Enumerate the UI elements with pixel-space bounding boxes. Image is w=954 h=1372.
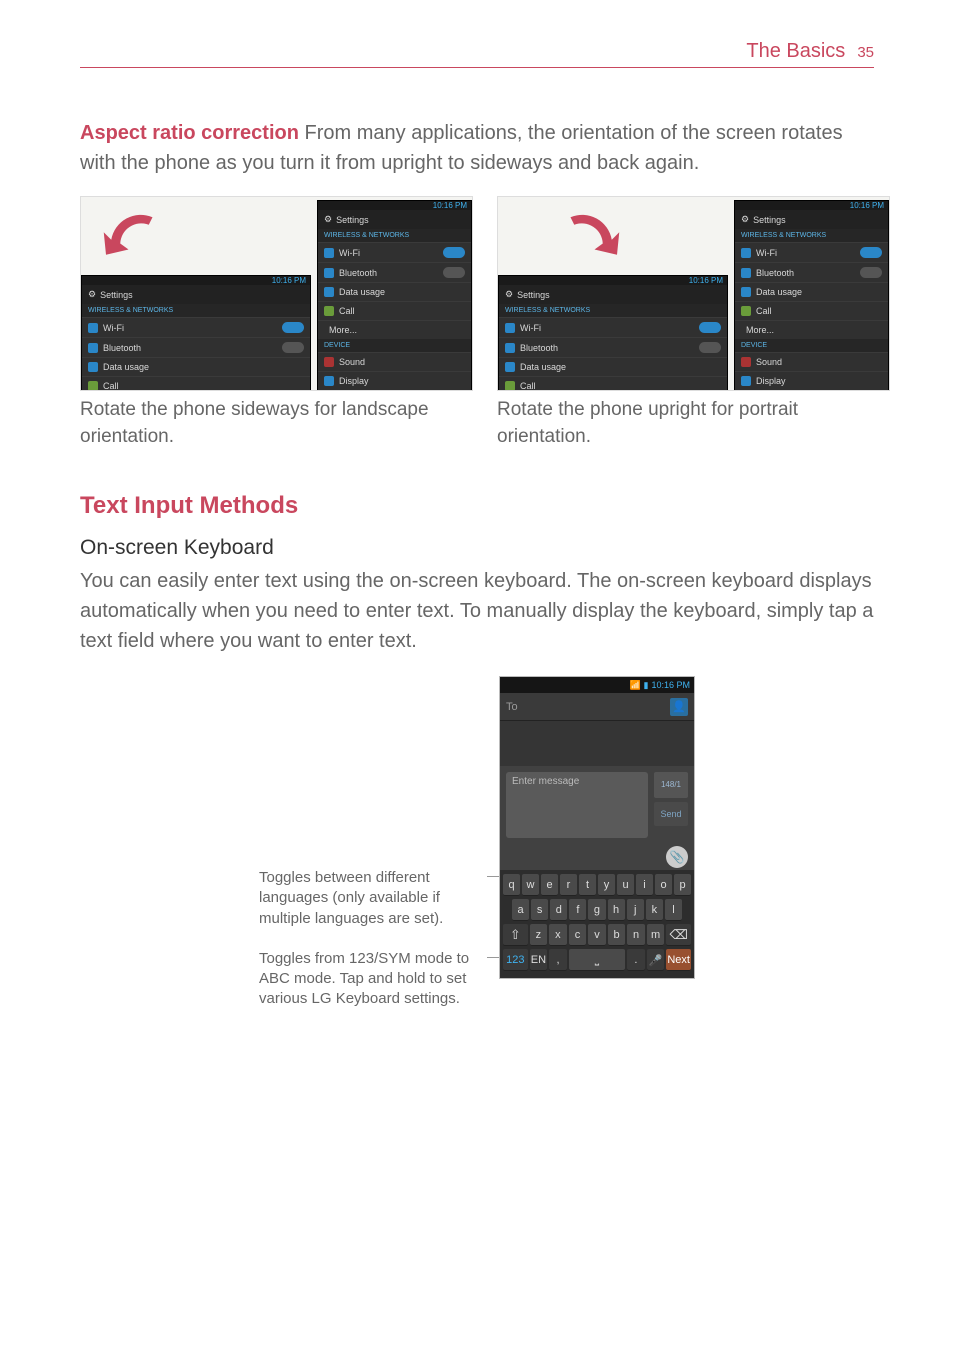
- key-mic[interactable]: 🎤: [647, 949, 665, 971]
- text-input-heading: Text Input Methods: [80, 492, 874, 520]
- key-v[interactable]: v: [588, 924, 606, 946]
- page-number: 35: [857, 44, 874, 61]
- on-screen-keyboard-heading: On-screen Keyboard: [80, 536, 874, 560]
- key-b[interactable]: b: [608, 924, 626, 946]
- key-y[interactable]: y: [598, 874, 615, 896]
- key-z[interactable]: z: [530, 924, 548, 946]
- key-m[interactable]: m: [647, 924, 665, 946]
- to-field[interactable]: To: [506, 701, 518, 713]
- status-icons: 📶 ▮: [630, 680, 649, 691]
- key-g[interactable]: g: [588, 899, 605, 921]
- key-c[interactable]: c: [569, 924, 587, 946]
- key-a[interactable]: a: [512, 899, 529, 921]
- key-u[interactable]: u: [617, 874, 634, 896]
- key-e[interactable]: e: [541, 874, 558, 896]
- key-delete[interactable]: ⌫: [666, 924, 691, 946]
- attach-icon[interactable]: 📎: [666, 846, 688, 868]
- rotate-arrow-left-icon: [85, 201, 175, 271]
- key-period[interactable]: .: [627, 949, 645, 971]
- on-screen-keyboard: qwertyuiop asdfghjkl ⇧zxcvbnm⌫ 123 EN , …: [500, 870, 694, 978]
- settings-portrait-right: 10:16 PM ⚙Settings WIRELESS & NETWORKS W…: [734, 200, 889, 390]
- key-f[interactable]: f: [569, 899, 586, 921]
- key-j[interactable]: j: [627, 899, 644, 921]
- message-input[interactable]: Enter message: [506, 772, 648, 838]
- settings-landscape-right: 10:16 PM ⚙Settings WIRELESS & NETWORKS W…: [498, 275, 728, 390]
- settings-landscape-left: 10:16 PM ⚙Settings WIRELESS & NETWORKS W…: [81, 275, 311, 390]
- send-button[interactable]: Send: [654, 802, 688, 826]
- aspect-ratio-title: Aspect ratio correction: [80, 122, 299, 144]
- on-screen-keyboard-body: You can easily enter text using the on-s…: [80, 566, 874, 656]
- key-n[interactable]: n: [627, 924, 645, 946]
- key-l[interactable]: l: [665, 899, 682, 921]
- key-q[interactable]: q: [503, 874, 520, 896]
- key-next[interactable]: Next: [666, 949, 691, 971]
- label-toggle-language: Toggles between different languages (onl…: [259, 868, 489, 929]
- messaging-phone-mockup: 📶 ▮ 10:16 PM To 👤 Enter message 148/1 Se…: [499, 676, 695, 979]
- key-language[interactable]: EN: [530, 949, 548, 971]
- figure-rotate-right: 10:16 PM ⚙Settings WIRELESS & NETWORKS W…: [497, 196, 890, 391]
- status-bar: 📶 ▮ 10:16 PM: [500, 677, 694, 693]
- key-t[interactable]: t: [579, 874, 596, 896]
- key-p[interactable]: p: [674, 874, 691, 896]
- key-symbol-mode[interactable]: 123: [503, 949, 528, 971]
- key-space[interactable]: ⎵: [569, 949, 625, 971]
- key-s[interactable]: s: [531, 899, 548, 921]
- key-x[interactable]: x: [549, 924, 567, 946]
- key-h[interactable]: h: [608, 899, 625, 921]
- char-counter: 148/1: [654, 772, 688, 798]
- key-shift[interactable]: ⇧: [503, 924, 528, 946]
- status-time: 10:16 PM: [651, 680, 690, 690]
- key-d[interactable]: d: [550, 899, 567, 921]
- caption-left: Rotate the phone sideways for landscape …: [80, 397, 473, 450]
- key-i[interactable]: i: [636, 874, 653, 896]
- figure-rotate-left: 10:16 PM ⚙Settings WIRELESS & NETWORKS W…: [80, 196, 473, 391]
- caption-right: Rotate the phone upright for portrait or…: [497, 397, 890, 450]
- header-section: The Basics: [746, 40, 845, 63]
- key-k[interactable]: k: [646, 899, 663, 921]
- key-r[interactable]: r: [560, 874, 577, 896]
- key-o[interactable]: o: [655, 874, 672, 896]
- key-comma[interactable]: ,: [549, 949, 567, 971]
- rotate-arrow-right-icon: [548, 201, 638, 271]
- key-w[interactable]: w: [522, 874, 539, 896]
- aspect-ratio-paragraph: Aspect ratio correction From many applic…: [80, 118, 874, 178]
- settings-portrait-left: 10:16 PM ⚙Settings WIRELESS & NETWORKS W…: [317, 200, 472, 390]
- label-toggle-mode: Toggles from 123/SYM mode to ABC mode. T…: [259, 949, 489, 1010]
- contact-icon[interactable]: 👤: [670, 698, 688, 716]
